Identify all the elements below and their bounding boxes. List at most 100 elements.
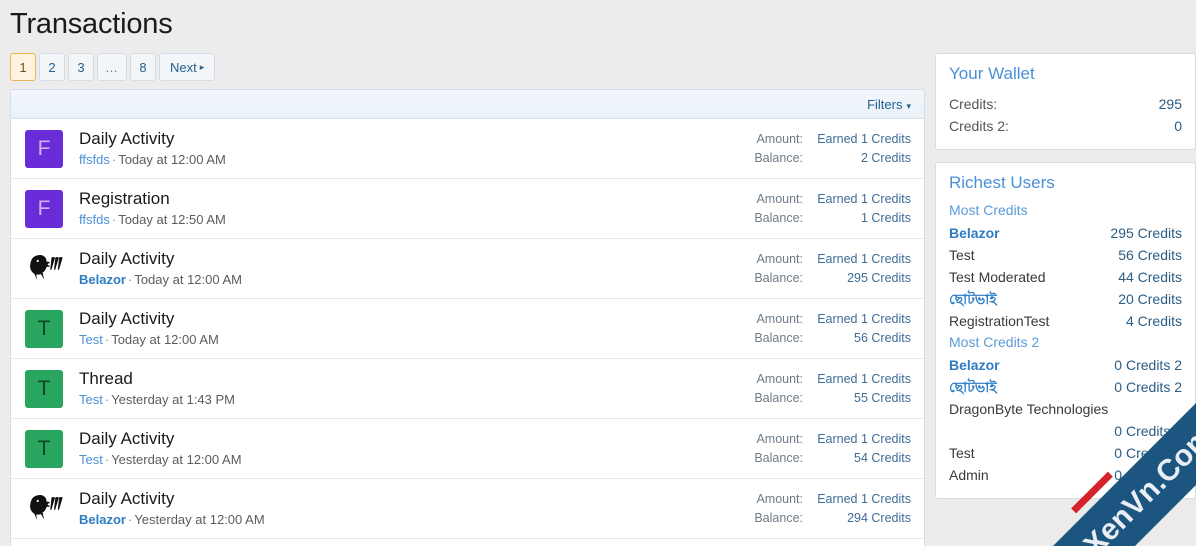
richest-user-name[interactable]: Test Moderated [949,266,1046,288]
transaction-time: Today at 12:00 AM [118,152,226,167]
richest-user-credits: 0 Credits 2 [1114,467,1182,483]
balance-value: 2 Credits [860,150,911,165]
transaction-title[interactable]: Registration [79,188,754,209]
transaction-meta: Belazor · Today at 12:00 AM [79,271,754,289]
amount-balance-values: Earned 1 Credits 294 Credits [815,490,911,528]
wallet-entry: Credits: 295 [949,93,1182,115]
user-link[interactable]: Belazor [79,272,126,287]
pagination-page-1[interactable]: 1 [10,53,36,81]
transactions-list-panel: Filters ▾ F Daily Activity ffsfds · Today at … [10,89,925,546]
table-row[interactable]: Daily Activity Belazor · Yesterday at 12:00… [11,479,924,539]
richest-user-name[interactable]: Test [949,244,975,266]
richest-user-name[interactable]: Admin [949,464,989,486]
amount-balance-values: Earned 1 Credits 56 Credits [815,310,911,348]
wallet-entry-value: 295 [1158,96,1182,112]
amount-balance-block: Amount: Balance: Earned 1 Credits 294 Credi… [754,490,911,528]
amount-balance-values: Earned 1 Credits 2 Credits [815,130,911,168]
wallet-title: Your Wallet [949,64,1035,83]
avatar[interactable]: F [25,129,63,168]
transaction-meta: Test · Yesterday at 12:00 AM [79,451,754,469]
richest-user-name[interactable]: ছোটভাই [949,376,997,398]
row-text: Daily Activity ffsfds · Today at 12:00 AM [79,128,754,169]
amount-balance-values: Earned 1 Credits 295 Credits [815,250,911,288]
table-row[interactable]: Daily Activity Belazor · Today at 12:00 AM A… [11,239,924,299]
table-row[interactable]: T Thread Test · Yesterday at 1:43 PM Amount: B… [11,359,924,419]
list-item: ছোটভাই 0 Credits 2 [949,376,1182,398]
amount-label: Amount: [756,131,803,146]
dragon-logo-icon [30,254,63,280]
transaction-time: Today at 12:50 AM [118,212,226,227]
richest-user-credits: 20 Credits [1118,291,1182,307]
transaction-title[interactable]: Thread [79,368,754,389]
pagination-page-2[interactable]: 2 [39,53,65,81]
amount-label: Amount: [756,371,803,386]
row-text: Daily Activity Belazor · Today at 12:00 AM [79,248,754,289]
transaction-title[interactable]: Daily Activity [79,128,754,149]
amount-balance-labels: Amount: Balance: [754,250,803,288]
user-link[interactable]: ffsfds [79,212,110,227]
avatar[interactable] [25,490,63,528]
row-text: Daily Activity Belazor · Yesterday at 12:00… [79,488,754,529]
pagination-page-8[interactable]: 8 [130,53,156,81]
amount-balance-labels: Amount: Balance: [754,370,803,408]
filters-dropdown[interactable]: Filters ▾ [867,97,911,112]
amount-balance-labels: Amount: Balance: [754,310,803,348]
transaction-time: Today at 12:00 AM [111,332,219,347]
transaction-time: Yesterday at 12:00 AM [134,512,265,527]
list-item: Admin 0 Credits 2 [949,464,1182,486]
user-link[interactable]: Test [79,332,103,347]
balance-value: 55 Credits [854,390,911,405]
pagination-page-3[interactable]: 3 [68,53,94,81]
richest-user-name[interactable]: Belazor [949,222,1000,244]
meta-separator: · [111,152,117,167]
richest-user-name[interactable]: ছোটভাই [949,288,997,310]
amount-value: Earned 1 Credits [817,251,911,266]
richest-user-name[interactable]: Belazor [949,354,1000,376]
user-link[interactable]: ffsfds [79,152,110,167]
list-item: Belazor 0 Credits 2 [949,354,1182,376]
meta-separator: · [127,512,133,527]
transaction-title[interactable]: Daily Activity [79,488,754,509]
richest-user-name[interactable]: RegistrationTest [949,310,1049,332]
table-row[interactable]: T Daily Activity Test · Yesterday at 12:00 A… [11,419,924,479]
row-text: Registration ffsfds · Today at 12:50 AM [79,188,754,229]
amount-balance-values: Earned 1 Credits 54 Credits [815,430,911,468]
transaction-title[interactable]: Daily Activity [79,428,754,449]
balance-label: Balance: [754,270,803,285]
table-row[interactable]: T Daily Activity Test · Today at 12:00 AM Amo… [11,299,924,359]
transaction-title[interactable]: Daily Activity [79,248,754,269]
balance-label: Balance: [754,150,803,165]
balance-value: 1 Credits [860,210,911,225]
transaction-time: Today at 12:00 AM [134,272,242,287]
richest-user-name[interactable]: Test [949,442,975,464]
amount-balance-labels: Amount: Balance: [754,430,803,468]
table-row[interactable]: F Registration ffsfds · Today at 12:50 AM Amo… [11,179,924,239]
list-header: Filters ▾ [11,90,924,119]
user-link[interactable]: Belazor [79,512,126,527]
amount-label: Amount: [756,491,803,506]
avatar[interactable]: F [25,189,63,228]
transaction-time: Yesterday at 12:00 AM [111,452,242,467]
avatar[interactable] [25,250,63,288]
transaction-title[interactable]: Daily Activity [79,308,754,329]
user-link[interactable]: Test [79,452,103,467]
meta-separator: · [104,452,110,467]
amount-value: Earned 1 Credits [817,431,911,446]
avatar[interactable]: T [25,429,63,468]
richest-user-name[interactable]: DragonByte Technologies [949,401,1108,417]
user-link[interactable]: Test [79,392,103,407]
wallet-entry-label: Credits 2: [949,118,1009,134]
sidebar: Your Wallet Credits: 295 Credits 2: 0 Riche… [935,53,1196,511]
pagination-next-button[interactable]: Next ▸ [159,53,216,81]
chevron-right-icon: ▸ [199,61,205,72]
avatar[interactable]: T [25,369,63,408]
wallet-entry-label: Credits: [949,96,998,112]
avatar[interactable]: T [25,309,63,348]
balance-label: Balance: [754,450,803,465]
transaction-time: Yesterday at 1:43 PM [111,392,236,407]
amount-balance-block: Amount: Balance: Earned 1 Credits 56 Credit… [754,310,911,348]
table-row[interactable]: F Daily Activity ffsfds · Today at 12:00 AM A… [11,119,924,179]
list-item: RegistrationTest 4 Credits [949,310,1182,332]
amount-label: Amount: [756,311,803,326]
richest-user-credits: 295 Credits [1110,225,1182,241]
